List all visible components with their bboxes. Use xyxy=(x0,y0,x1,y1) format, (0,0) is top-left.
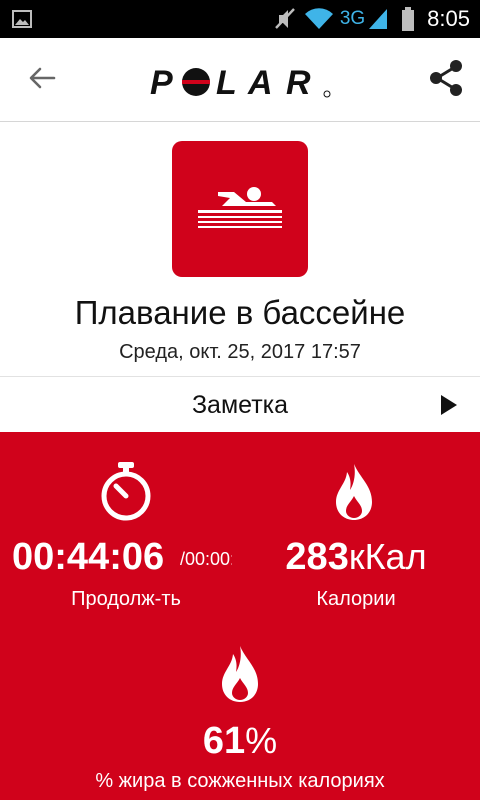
app-bar: P L A R xyxy=(0,38,480,122)
sport-name: Плавание в бассейне xyxy=(74,294,406,331)
note-row[interactable]: Заметка xyxy=(0,376,480,432)
back-button[interactable] xyxy=(22,62,62,98)
share-button[interactable] xyxy=(424,58,468,102)
sport-tile xyxy=(172,141,308,277)
network-type: 3G xyxy=(339,8,366,29)
signal-icon xyxy=(367,7,389,31)
polar-logo: P L A R xyxy=(148,62,334,102)
svg-text:A: A xyxy=(247,64,273,102)
flame-icon xyxy=(334,462,374,527)
fat-burn-value-wrap: 61% xyxy=(0,720,480,763)
note-label: Заметка xyxy=(191,391,289,419)
mute-icon xyxy=(272,6,298,32)
wifi-icon xyxy=(304,7,334,31)
duration-value: 00:44:06 xyxy=(12,536,165,578)
fat-burn-value: 61 xyxy=(202,720,246,762)
svg-text:P: P xyxy=(150,64,173,102)
stopwatch-icon xyxy=(98,460,154,527)
image-icon xyxy=(12,9,32,29)
battery-icon xyxy=(401,6,415,32)
calories-unit: кКал xyxy=(348,536,427,577)
fat-burn-unit: % xyxy=(245,720,278,761)
exercise-date: Среда, окт. 25, 2017 17:57 xyxy=(119,341,361,363)
flame-icon xyxy=(220,644,260,709)
clock: 8:05 xyxy=(427,6,470,31)
calories-label: Калории xyxy=(316,588,396,610)
stats-panel: 00:44:06 /00:00:00 Продолж-ть 283кКал Ка… xyxy=(0,432,480,800)
swimmer-icon xyxy=(194,182,286,237)
share-icon xyxy=(427,59,465,102)
play-arrow-icon xyxy=(440,394,458,416)
back-arrow-icon xyxy=(28,66,56,95)
fat-burn-label: % жира в сожженных калориях xyxy=(95,770,385,792)
duration-target: /00:00:00 xyxy=(180,549,232,569)
duration-label: Продолж-ть xyxy=(71,588,181,610)
calories-value-wrap: 283кКал xyxy=(240,536,472,579)
calories-value: 283 xyxy=(285,536,349,578)
svg-text:R: R xyxy=(286,64,311,102)
svg-text:L: L xyxy=(216,64,237,102)
status-bar: 3G 8:05 xyxy=(0,0,480,38)
